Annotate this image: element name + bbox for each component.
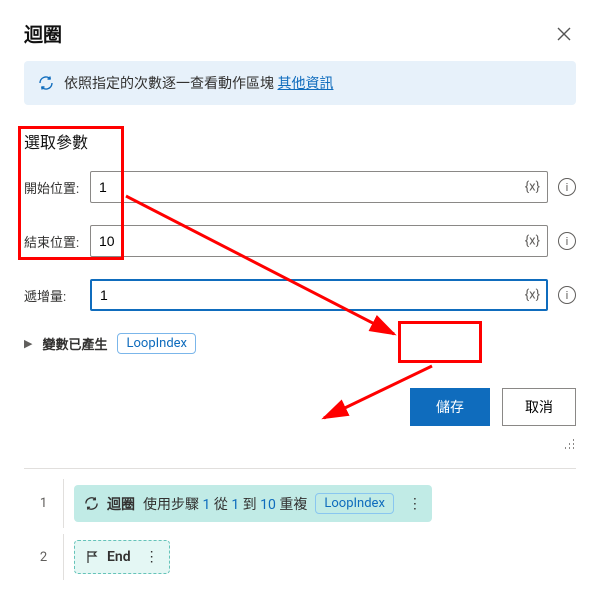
save-button[interactable]: 儲存 bbox=[410, 388, 490, 426]
step-name: 迴圈 bbox=[107, 494, 135, 514]
more-icon[interactable]: ⋮ bbox=[145, 549, 159, 565]
variable-chip[interactable]: LoopIndex bbox=[117, 333, 196, 354]
section-title: 選取參數 bbox=[24, 129, 576, 153]
info-banner: 依照指定的次數逐一查看動作區塊 其他資訊 bbox=[24, 61, 576, 105]
resize-grip-row bbox=[24, 436, 576, 450]
step-row: 1 迴圈 使用步驟 1 從 1 到 10 重複 LoopIndex ⋮ bbox=[24, 479, 576, 528]
end-input[interactable] bbox=[90, 225, 548, 257]
end-label: End bbox=[107, 549, 131, 565]
info-link[interactable]: 其他資訊 bbox=[277, 76, 333, 92]
close-icon[interactable] bbox=[552, 22, 576, 46]
info-icon[interactable]: i bbox=[558, 286, 576, 304]
incr-input[interactable] bbox=[90, 279, 548, 311]
step-number: 2 bbox=[24, 534, 64, 580]
info-icon[interactable]: i bbox=[558, 178, 576, 196]
step-list: 1 迴圈 使用步驟 1 從 1 到 10 重複 LoopIndex ⋮ 2 bbox=[24, 479, 576, 580]
end-step-card[interactable]: End ⋮ bbox=[74, 540, 170, 574]
info-text: 依照指定的次數逐一查看動作區塊 其他資訊 bbox=[64, 73, 333, 93]
loop-step-card[interactable]: 迴圈 使用步驟 1 從 1 到 10 重複 LoopIndex ⋮ bbox=[74, 485, 432, 522]
generated-vars-row[interactable]: ▶ 變數已產生 LoopIndex bbox=[24, 333, 576, 354]
variable-chip[interactable]: LoopIndex bbox=[315, 493, 394, 514]
info-icon[interactable]: i bbox=[558, 232, 576, 250]
end-label: 結束位置: bbox=[24, 232, 80, 251]
loop-icon bbox=[38, 75, 54, 91]
generated-vars-label: 變數已產生 bbox=[42, 334, 107, 353]
incr-label: 遞增量: bbox=[24, 286, 80, 305]
step-row: 2 End ⋮ bbox=[24, 534, 576, 580]
resize-grip-icon[interactable] bbox=[562, 436, 576, 450]
step-number: 1 bbox=[24, 479, 64, 528]
dialog-button-row: 儲存 取消 bbox=[24, 388, 576, 426]
divider bbox=[24, 468, 576, 469]
loop-dialog: 迴圈 依照指定的次數逐一查看動作區塊 其他資訊 選取參數 開始位置: {x} i… bbox=[0, 0, 600, 606]
param-incr-row: 遞增量: {x} i bbox=[24, 279, 576, 311]
flag-icon bbox=[85, 550, 99, 564]
more-icon[interactable]: ⋮ bbox=[408, 496, 422, 512]
start-input[interactable] bbox=[90, 171, 548, 203]
loop-icon bbox=[84, 496, 99, 511]
step-desc: 使用步驟 1 從 1 到 10 重複 bbox=[143, 494, 307, 514]
param-start-row: 開始位置: {x} i bbox=[24, 171, 576, 203]
cancel-button[interactable]: 取消 bbox=[502, 388, 576, 426]
chevron-right-icon: ▶ bbox=[24, 337, 32, 350]
dialog-title: 迴圈 bbox=[24, 20, 62, 47]
param-end-row: 結束位置: {x} i bbox=[24, 225, 576, 257]
dialog-header: 迴圈 bbox=[24, 20, 576, 47]
start-label: 開始位置: bbox=[24, 178, 80, 197]
